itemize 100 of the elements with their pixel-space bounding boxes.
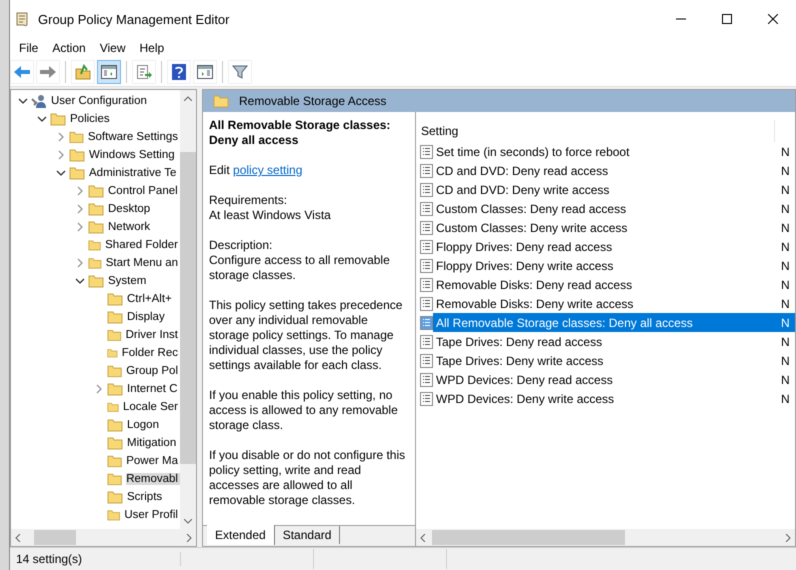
setting-name[interactable]: Floppy Drives: Deny read access bbox=[433, 237, 779, 256]
filter-icon bbox=[232, 64, 248, 80]
horizontal-scrollbar[interactable] bbox=[416, 529, 795, 546]
folder-icon bbox=[50, 112, 66, 126]
tree-item[interactable]: Display bbox=[127, 311, 167, 323]
policy-document-icon bbox=[420, 258, 433, 272]
scroll-up-icon[interactable] bbox=[184, 96, 192, 100]
setting-name[interactable]: Tape Drives: Deny write access bbox=[433, 351, 779, 370]
tree-item[interactable]: Driver Inst bbox=[126, 329, 180, 341]
tree-item[interactable]: User Configuration bbox=[51, 95, 149, 107]
tree-item[interactable]: Logon bbox=[127, 419, 161, 431]
policy-document-icon bbox=[420, 316, 433, 330]
scroll-app-icon bbox=[14, 11, 30, 27]
tree-item[interactable]: Administrative Te bbox=[89, 167, 178, 179]
chevron-right-icon[interactable] bbox=[75, 222, 85, 232]
folder-icon bbox=[107, 454, 122, 468]
tree-item[interactable]: Ctrl+Alt+ bbox=[127, 293, 174, 305]
policy-document-icon bbox=[420, 354, 433, 368]
setting-name[interactable]: WPD Devices: Deny read access bbox=[433, 370, 779, 389]
setting-state: N bbox=[780, 200, 791, 218]
chevron-right-icon[interactable] bbox=[56, 132, 66, 142]
chevron-down-icon[interactable] bbox=[56, 168, 66, 178]
tree-item[interactable]: Removabl bbox=[126, 473, 180, 485]
policy-document-icon bbox=[420, 164, 433, 178]
tree-item[interactable]: Locale Ser bbox=[123, 401, 180, 413]
tree-item[interactable]: Scripts bbox=[127, 491, 164, 503]
folder-icon bbox=[213, 94, 229, 108]
chevron-down-icon[interactable] bbox=[18, 96, 28, 106]
chevron-right-icon[interactable] bbox=[75, 204, 85, 214]
maximize-icon bbox=[722, 14, 732, 24]
toolbar-button[interactable] bbox=[97, 60, 121, 84]
tree-item[interactable]: Shared Folder bbox=[105, 239, 180, 251]
folder-icon bbox=[107, 382, 123, 396]
setting-name[interactable]: WPD Devices: Deny write access bbox=[433, 389, 779, 408]
tree-item[interactable]: Mitigation bbox=[127, 437, 178, 449]
setting-name[interactable]: CD and DVD: Deny write access bbox=[433, 180, 779, 199]
setting-state: N bbox=[780, 162, 791, 180]
vertical-scrollbar[interactable] bbox=[180, 90, 196, 529]
setting-name[interactable]: Removable Disks: Deny read access bbox=[433, 275, 779, 294]
scroll-down-icon[interactable] bbox=[184, 518, 192, 524]
setting-name[interactable]: Removable Disks: Deny write access bbox=[433, 294, 779, 313]
tree-item[interactable]: System bbox=[108, 275, 148, 287]
setting-name[interactable]: Floppy Drives: Deny write access bbox=[433, 256, 779, 275]
tree-item[interactable]: Start Menu an bbox=[106, 257, 180, 269]
menu-item[interactable]: Help bbox=[132, 41, 172, 55]
tree-item[interactable]: Network bbox=[108, 221, 152, 233]
description-text: Requirements: bbox=[209, 193, 288, 208]
menu-item[interactable]: View bbox=[92, 41, 132, 55]
chevron-right-icon[interactable] bbox=[56, 150, 66, 160]
tree-item[interactable]: Group Pol bbox=[126, 365, 180, 377]
chevron-down-icon[interactable] bbox=[37, 114, 47, 124]
setting-state: N bbox=[780, 334, 791, 350]
setting-state: N bbox=[780, 182, 791, 198]
setting-name[interactable]: Custom Classes: Deny write access bbox=[433, 218, 779, 237]
tree-item[interactable]: Desktop bbox=[108, 203, 152, 215]
folder-icon bbox=[69, 148, 85, 162]
setting-name[interactable]: All Removable Storage classes: Deny all access bbox=[433, 313, 779, 332]
tree-item[interactable]: Internet C bbox=[127, 383, 180, 395]
policy-document-icon bbox=[420, 182, 433, 196]
description-text: Description: bbox=[209, 238, 274, 253]
user-settings-icon bbox=[31, 93, 47, 109]
setting-name[interactable]: Tape Drives: Deny read access bbox=[433, 332, 779, 351]
tree-item[interactable]: Software Settings bbox=[88, 131, 180, 143]
chevron-right-icon[interactable] bbox=[75, 186, 85, 196]
policy-document-icon bbox=[420, 220, 433, 234]
policy-document-icon bbox=[420, 334, 433, 348]
folder-icon bbox=[107, 400, 120, 414]
column-header[interactable]: Setting bbox=[421, 124, 774, 138]
policy-document-icon bbox=[420, 392, 433, 406]
tree-item[interactable]: Windows Setting bbox=[89, 149, 177, 161]
description-text: If you disable or do not configure this policy setting, write and read accesses are allowed to all removable storage classes. bbox=[209, 448, 406, 508]
setting-state: N bbox=[780, 390, 791, 408]
setting-state: N bbox=[779, 313, 795, 332]
tree-item[interactable]: Policies bbox=[70, 113, 112, 125]
view-tab[interactable]: Extended bbox=[207, 525, 275, 545]
chevron-down-icon[interactable] bbox=[75, 276, 85, 286]
setting-name[interactable]: CD and DVD: Deny read access bbox=[433, 161, 779, 180]
description-text: This policy setting takes precedence over any individual removable storage policy settings. To manage individual classes, use the policy settings available for each class. bbox=[209, 298, 404, 373]
tree-item[interactable]: Control Panel bbox=[108, 185, 180, 197]
folder-icon bbox=[88, 238, 102, 252]
setting-state: N bbox=[780, 276, 791, 294]
horizontal-scrollbar[interactable] bbox=[11, 529, 196, 546]
setting-name[interactable]: Set time (in seconds) to force reboot bbox=[433, 142, 779, 161]
setting-state: N bbox=[780, 352, 791, 370]
folder-icon bbox=[107, 364, 122, 378]
menu-item[interactable]: Action bbox=[45, 41, 93, 55]
folder-icon bbox=[88, 202, 104, 216]
tree-item[interactable]: User Profil bbox=[124, 509, 180, 521]
tree-item[interactable]: Power Ma bbox=[126, 455, 180, 467]
menu-item[interactable]: File bbox=[12, 41, 46, 55]
setting-name[interactable]: Custom Classes: Deny read access bbox=[433, 199, 779, 218]
folder-icon bbox=[107, 436, 123, 450]
chevron-right-icon[interactable] bbox=[75, 258, 85, 268]
chevron-right-icon[interactable] bbox=[94, 384, 104, 394]
policy-document-icon bbox=[420, 372, 433, 386]
setting-state: N bbox=[780, 238, 791, 256]
policy-setting-link[interactable]: policy setting bbox=[233, 163, 302, 177]
folder-icon bbox=[88, 274, 104, 288]
tree-item[interactable]: Folder Rec bbox=[122, 347, 180, 359]
policy-document-icon bbox=[420, 144, 433, 158]
